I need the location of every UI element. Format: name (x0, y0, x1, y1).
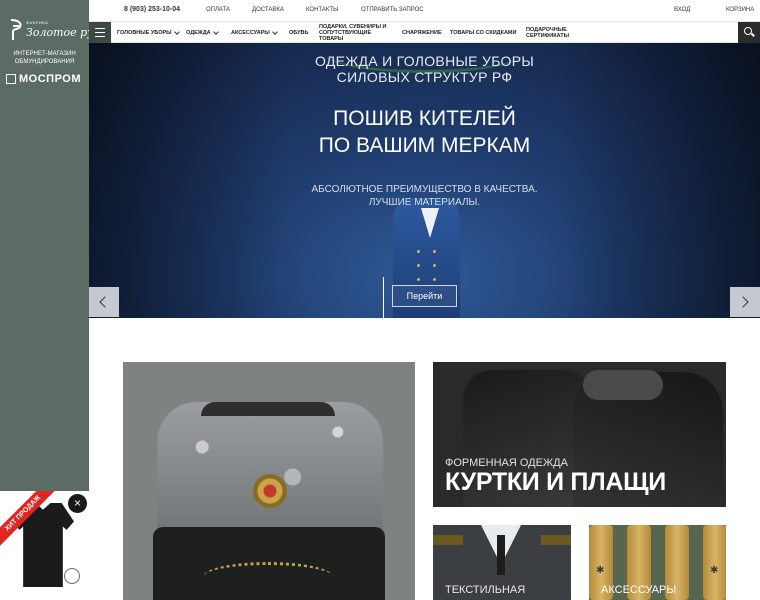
delivery-link[interactable]: ДОСТАВКА (252, 7, 284, 13)
tile-caption-big: КУРТКИ И ПЛАЩИ (445, 468, 666, 496)
hero-description: АБСОЛЮТНОЕ ПРЕИМУЩЕСТВО В КАЧЕСТВА. ЛУЧШ… (89, 183, 760, 209)
category-tile-accessories[interactable]: ✱ ✱ АКСЕССУАРЫ (589, 525, 726, 600)
contacts-link[interactable]: КОНТАКТЫ (306, 7, 338, 13)
top-bar: 8 (903) 253-10-04 ОПЛАТА ДОСТАВКА КОНТАК… (89, 0, 760, 21)
nav-item-label: ОБУВЬ (289, 29, 309, 36)
hero-title-line-1: ПОШИВ КИТЕЛЕЙ (333, 107, 516, 130)
chevron-left-icon[interactable] (89, 287, 119, 317)
chevron-down-icon (173, 28, 180, 35)
nav-item-headwear[interactable]: ГОЛОВНЫЕ УБОРЫ (117, 22, 180, 43)
tile-caption: АКСЕССУАРЫ (601, 584, 677, 596)
hero-banner: ОДЕЖДА И ГОЛОВНЫЕ УБОРЫ СИЛОВЫХ СТРУКТУР… (89, 43, 760, 318)
nav-item-label: ТОВАРЫ СО СКИДКАМИ (450, 29, 517, 36)
mosprom-icon (6, 74, 16, 84)
hero-title-line-2: ПО ВАШИМ МЕРКАМ (318, 134, 531, 157)
cockade-icon (253, 474, 287, 508)
star-icon: ✱ (710, 565, 719, 576)
nav-item-discounts[interactable]: ТОВАРЫ СО СКИДКАМИ (450, 22, 516, 43)
tagline: ИНТЕРНЕТ-МАГАЗИН ОБМУНДИРОВАНИЯ (0, 50, 89, 66)
nav-item-gifts[interactable]: ПОДАРКИ, СУВЕНИРЫ И СОПУТСТВУЮЩИЕ ТОВАРЫ (319, 22, 389, 43)
category-tile-jackets[interactable]: ФОРМЕННАЯ ОДЕЖДА КУРТКИ И ПЛАЩИ (433, 362, 726, 507)
nav-item-label: ГОЛОВНЫЕ УБОРЫ (117, 29, 172, 36)
mosprom-text: МОСПРОМ (19, 73, 81, 85)
slide-indicator (383, 277, 384, 318)
nav-item-label: ОДЕЖДА (186, 29, 211, 36)
chevron-down-icon (271, 28, 278, 35)
hero-desc-line-1: АБСОЛЮТНОЕ ПРЕИМУЩЕСТВО В КАЧЕСТВА. (311, 184, 538, 195)
cart-link[interactable]: КОРЗИНА (726, 7, 754, 13)
nav-item-clothing[interactable]: ОДЕЖДА (186, 22, 219, 43)
nav-item-label: АКСЕССУАРЫ (231, 29, 270, 36)
tagline-line-1: ИНТЕРНЕТ-МАГАЗИН (13, 51, 76, 57)
close-icon[interactable]: × (68, 494, 87, 513)
login-link[interactable]: ВХОД (674, 7, 690, 13)
nav-item-shoes[interactable]: ОБУВЬ (289, 22, 308, 43)
category-tile-headwear[interactable] (123, 362, 415, 600)
hero-subtitle: ОДЕЖДА И ГОЛОВНЫЕ УБОРЫ СИЛОВЫХ СТРУКТУР… (89, 53, 760, 85)
mosprom-logo[interactable]: МОСПРОМ (6, 73, 81, 85)
chevron-down-icon (212, 28, 219, 35)
emblem-icon (64, 568, 80, 584)
hero-subtitle-line-2: СИЛОВЫХ СТРУКТУР РФ (336, 69, 513, 85)
hamburger-icon[interactable] (89, 22, 111, 43)
nav-item-label: ПОДАРОЧНЫЕ СЕРТИФИКАТЫ (526, 26, 569, 39)
nav-item-equipment[interactable]: СНАРЯЖЕНИЕ (402, 22, 442, 43)
payment-link[interactable]: ОПЛАТА (206, 7, 230, 13)
nav-item-certificates[interactable]: ПОДАРОЧНЫЕ СЕРТИФИКАТЫ (526, 22, 570, 43)
hero-subtitle-line-1: ОДЕЖДА И ГОЛОВНЫЕ УБОРЫ (314, 53, 535, 69)
hero-title: ПОШИВ КИТЕЛЕЙ ПО ВАШИМ МЕРКАМ (89, 105, 760, 159)
hero-desc-line-2: ЛУЧШИЕ МАТЕРИАЛЫ. (368, 197, 481, 208)
chevron-right-icon[interactable] (730, 287, 760, 317)
fleece-logo-icon (10, 19, 22, 40)
logo-small-text: ФАБРИКА (26, 20, 49, 25)
main-nav: ГОЛОВНЫЕ УБОРЫ ОДЕЖДА АКСЕССУАРЫ ОБУВЬ П… (89, 21, 760, 43)
star-icon: ✱ (596, 565, 605, 576)
hero-go-button[interactable]: Перейти (392, 285, 457, 307)
nav-item-label: ПОДАРКИ, СУВЕНИРЫ И СОПУТСТВУЮЩИЕ ТОВАРЫ (319, 23, 387, 42)
nav-item-accessories[interactable]: АКСЕССУАРЫ (231, 22, 278, 43)
logo[interactable]: ФАБРИКА Золотое руно (4, 16, 107, 46)
phone-link[interactable]: 8 (903) 253-10-04 (124, 6, 180, 13)
nav-item-label: СНАРЯЖЕНИЕ (402, 29, 442, 36)
tagline-line-2: ОБМУНДИРОВАНИЯ (14, 59, 75, 65)
tile-caption: ТЕКСТИЛЬНАЯ (445, 584, 526, 596)
category-tile-textile[interactable]: ТЕКСТИЛЬНАЯ (433, 525, 571, 600)
bestseller-popup[interactable]: ХИТ ПРОДАЖ × (0, 491, 92, 600)
search-icon[interactable] (738, 22, 760, 43)
send-request-link[interactable]: ОТПРАВИТЬ ЗАПРОС (361, 7, 424, 13)
